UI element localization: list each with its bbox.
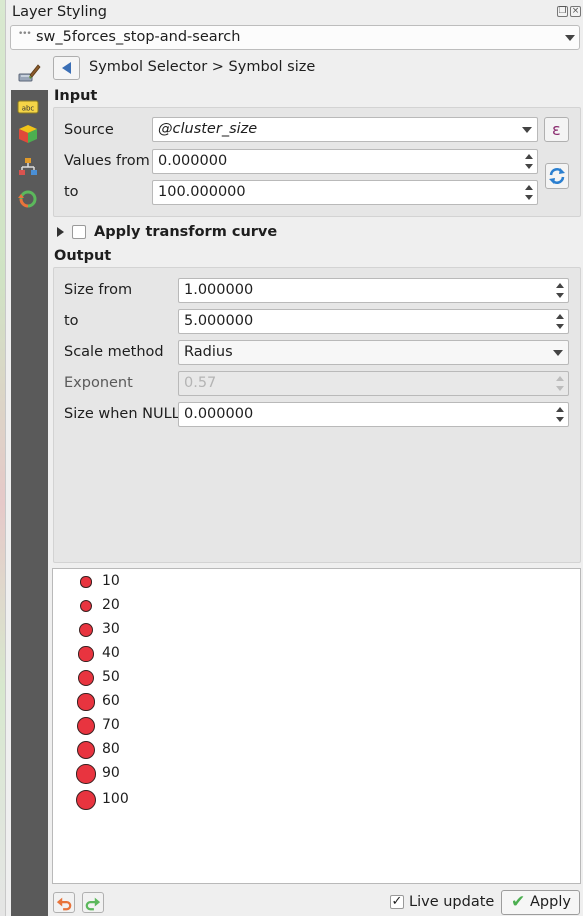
size-null-label: Size when NULL bbox=[64, 406, 180, 422]
point-layer-icon: • • • bbox=[18, 29, 32, 39]
values-from-field[interactable]: 0.000000 bbox=[152, 149, 538, 174]
apply-button[interactable]: ✔ Apply bbox=[501, 890, 580, 915]
float-panel-icon[interactable]: ❐ bbox=[557, 6, 568, 17]
exponent-spinner bbox=[552, 372, 568, 395]
output-section-title: Output bbox=[54, 248, 112, 264]
scale-method-select[interactable]: Radius bbox=[178, 340, 569, 365]
live-update-label: Live update bbox=[409, 894, 495, 910]
symbol-preview-label: 70 bbox=[102, 717, 120, 733]
transform-curve-checkbox[interactable] bbox=[72, 225, 86, 239]
3d-view-icon[interactable] bbox=[17, 123, 39, 145]
chevron-down-icon[interactable] bbox=[522, 127, 532, 133]
symbol-preview-dot bbox=[77, 669, 95, 687]
values-from-value: 0.000000 bbox=[158, 153, 228, 169]
history-icon[interactable] bbox=[17, 188, 39, 210]
size-to-field[interactable]: 5.000000 bbox=[178, 309, 569, 334]
size-to-value: 5.000000 bbox=[184, 313, 254, 329]
breadcrumb: Symbol Selector > Symbol size bbox=[89, 59, 316, 75]
live-update-checkbox[interactable]: ✓ bbox=[390, 895, 404, 909]
redo-icon bbox=[85, 897, 101, 911]
symbol-preview-dot bbox=[76, 740, 96, 760]
symbol-preview-label: 80 bbox=[102, 741, 120, 757]
symbol-preview-dot bbox=[77, 717, 95, 735]
source-field[interactable]: @cluster_size bbox=[152, 117, 538, 142]
symbol-preview-dot bbox=[79, 599, 93, 613]
redo-button[interactable] bbox=[82, 892, 104, 913]
undo-button[interactable] bbox=[53, 892, 75, 913]
size-null-field[interactable]: 0.000000 bbox=[178, 402, 569, 427]
svg-text:abc: abc bbox=[22, 105, 35, 113]
layer-selector-value: sw_5forces_stop-and-search bbox=[36, 29, 241, 45]
values-to-label: to bbox=[64, 184, 79, 200]
size-from-value: 1.000000 bbox=[184, 282, 254, 298]
symbol-preview-label: 100 bbox=[102, 791, 129, 807]
symbol-preview-label: 60 bbox=[102, 693, 120, 709]
source-label: Source bbox=[64, 122, 114, 138]
symbol-size-preview: 10 20 30 40 50 60 70 80 90 100 bbox=[52, 568, 581, 884]
chevron-down-icon bbox=[553, 350, 563, 356]
panel-title: Layer Styling bbox=[12, 4, 107, 20]
size-to-spinner[interactable] bbox=[552, 310, 568, 333]
diagrams-icon[interactable] bbox=[17, 156, 39, 178]
expression-button[interactable]: ε bbox=[544, 117, 569, 142]
fetch-values-button[interactable] bbox=[545, 163, 569, 189]
epsilon-icon: ε bbox=[552, 120, 561, 139]
size-to-label: to bbox=[64, 313, 79, 329]
scale-method-value: Radius bbox=[184, 344, 233, 360]
paintbrush-icon[interactable] bbox=[17, 61, 41, 85]
chevron-down-icon bbox=[565, 35, 575, 41]
source-value: @cluster_size bbox=[158, 121, 258, 137]
values-to-value: 100.000000 bbox=[158, 184, 246, 200]
input-section-title: Input bbox=[54, 88, 98, 104]
exponent-field: 0.57 bbox=[178, 371, 569, 396]
checkmark-icon: ✔ bbox=[511, 892, 526, 912]
size-from-spinner[interactable] bbox=[552, 279, 568, 302]
symbol-preview-label: 20 bbox=[102, 597, 120, 613]
exponent-label: Exponent bbox=[64, 375, 133, 391]
symbol-preview-label: 90 bbox=[102, 765, 120, 781]
scale-method-label: Scale method bbox=[64, 344, 164, 360]
size-from-field[interactable]: 1.000000 bbox=[178, 278, 569, 303]
layer-selector[interactable]: • • • sw_5forces_stop-and-search bbox=[10, 25, 580, 50]
refresh-icon bbox=[549, 168, 565, 184]
size-from-label: Size from bbox=[64, 282, 133, 298]
symbol-preview-label: 10 bbox=[102, 573, 120, 589]
values-to-spinner[interactable] bbox=[521, 181, 537, 204]
size-null-value: 0.000000 bbox=[184, 406, 254, 422]
labels-icon[interactable]: abc bbox=[17, 96, 39, 118]
undo-icon bbox=[56, 897, 72, 911]
apply-label: Apply bbox=[530, 894, 571, 910]
size-null-spinner[interactable] bbox=[552, 403, 568, 426]
close-panel-icon[interactable]: × bbox=[570, 6, 581, 17]
values-from-label: Values from bbox=[64, 153, 150, 169]
map-canvas-edge bbox=[0, 0, 6, 916]
values-to-field[interactable]: 100.000000 bbox=[152, 180, 538, 205]
back-arrow-icon bbox=[62, 62, 71, 74]
symbol-preview-dot bbox=[77, 693, 95, 711]
symbol-preview-dot bbox=[78, 622, 94, 638]
styling-sidebar: abc bbox=[11, 90, 48, 916]
symbol-preview-dot bbox=[76, 764, 96, 784]
expand-arrow-icon[interactable] bbox=[57, 227, 64, 237]
symbol-preview-dot bbox=[80, 576, 92, 588]
symbol-preview-label: 40 bbox=[102, 645, 120, 661]
back-button[interactable] bbox=[53, 56, 80, 80]
symbol-preview-dot bbox=[76, 790, 96, 810]
transform-curve-label: Apply transform curve bbox=[94, 224, 278, 240]
values-from-spinner[interactable] bbox=[521, 150, 537, 173]
exponent-value: 0.57 bbox=[184, 375, 217, 391]
symbol-preview-dot bbox=[78, 646, 94, 662]
symbol-preview-label: 50 bbox=[102, 669, 120, 685]
symbol-preview-label: 30 bbox=[102, 621, 120, 637]
